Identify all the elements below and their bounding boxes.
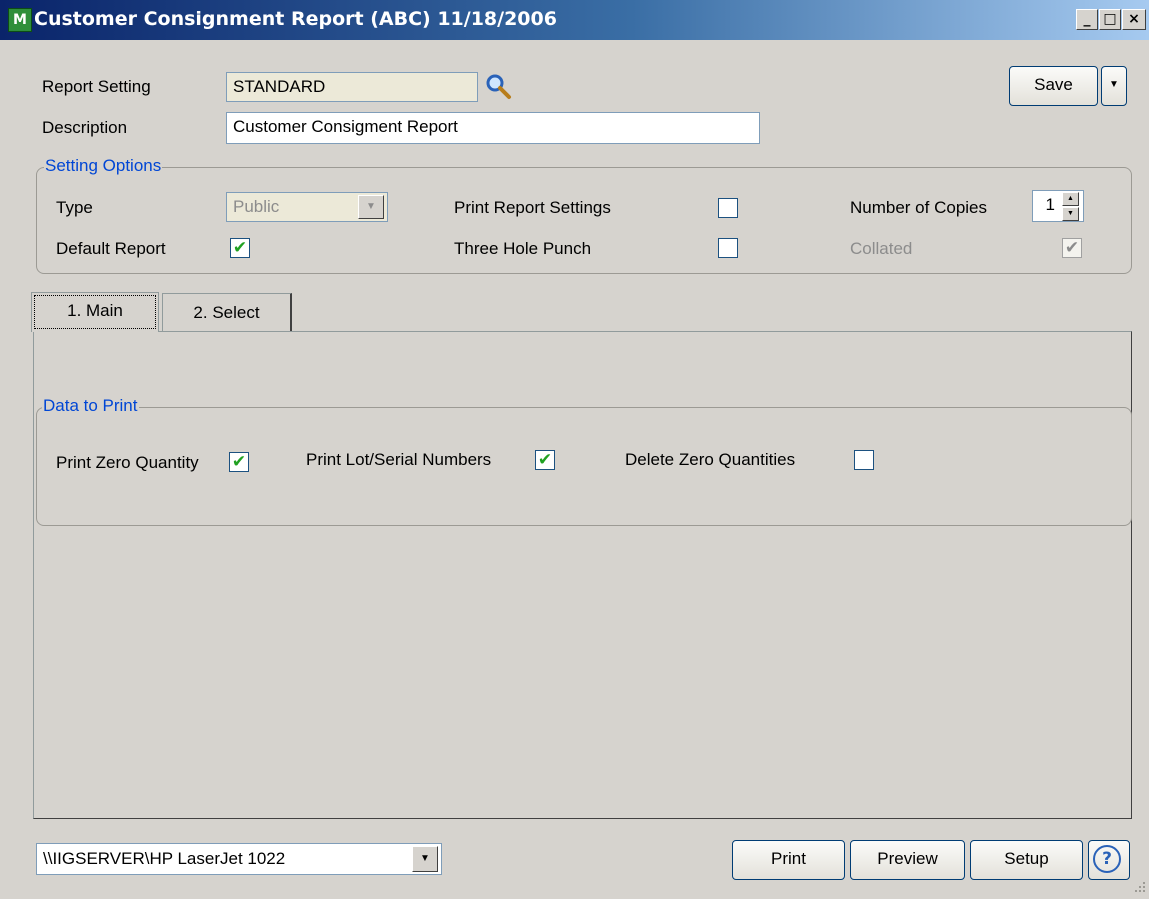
preview-button[interactable]: Preview — [850, 840, 965, 880]
tab-main[interactable]: 1. Main — [31, 292, 159, 332]
minimize-button[interactable]: _ — [1076, 9, 1098, 30]
data-to-print-group — [36, 407, 1132, 526]
window-title: Customer Consignment Report (ABC) 11/18/… — [34, 8, 557, 30]
resize-grip-icon[interactable] — [1131, 878, 1147, 894]
print-lot-serial-checkbox[interactable]: ✔ — [535, 450, 555, 470]
number-of-copies-label: Number of Copies — [850, 198, 988, 217]
collated-label: Collated — [850, 239, 913, 258]
setup-button[interactable]: Setup — [970, 840, 1083, 880]
delete-zero-quantities-label: Delete Zero Quantities — [625, 450, 796, 469]
three-hole-punch-checkbox[interactable] — [718, 238, 738, 258]
description-label: Description — [42, 118, 128, 137]
help-button[interactable]: ? — [1088, 840, 1130, 880]
lookup-icon[interactable] — [484, 72, 514, 102]
default-report-label: Default Report — [56, 239, 166, 258]
print-zero-quantity-checkbox[interactable]: ✔ — [229, 452, 249, 472]
type-label: Type — [56, 198, 93, 217]
print-button[interactable]: Print — [732, 840, 845, 880]
save-button[interactable]: Save — [1009, 66, 1098, 106]
printer-select[interactable]: \\IIGSERVER\HP LaserJet 1022 — [36, 843, 442, 875]
print-zero-quantity-label: Print Zero Quantity — [56, 453, 199, 472]
description-field[interactable]: Customer Consigment Report — [226, 112, 760, 144]
print-lot-serial-label: Print Lot/Serial Numbers — [306, 450, 492, 469]
app-icon: M — [8, 8, 32, 32]
copies-down-icon[interactable]: ▼ — [1062, 207, 1079, 221]
tab-panel — [33, 331, 1132, 819]
three-hole-punch-label: Three Hole Punch — [454, 239, 592, 258]
maximize-button[interactable]: □ — [1099, 9, 1121, 30]
help-icon: ? — [1093, 845, 1121, 873]
save-dropdown-button[interactable]: ▼ — [1101, 66, 1127, 106]
type-dropdown-icon: ▼ — [358, 195, 384, 219]
data-to-print-title: Data to Print — [42, 396, 139, 416]
printer-dropdown-icon[interactable]: ▼ — [412, 846, 438, 872]
delete-zero-quantities-checkbox[interactable] — [854, 450, 874, 470]
default-report-checkbox[interactable]: ✔ — [230, 238, 250, 258]
report-setting-label: Report Setting — [42, 77, 151, 96]
setting-options-title: Setting Options — [44, 156, 163, 176]
close-button[interactable]: × — [1122, 9, 1146, 30]
collated-checkbox: ✔ — [1062, 238, 1082, 258]
report-setting-field[interactable]: STANDARD — [226, 72, 478, 102]
copies-up-icon[interactable]: ▲ — [1062, 192, 1079, 206]
tab-select[interactable]: 2. Select — [162, 293, 292, 331]
print-report-settings-checkbox[interactable] — [718, 198, 738, 218]
print-report-settings-label: Print Report Settings — [454, 198, 611, 217]
